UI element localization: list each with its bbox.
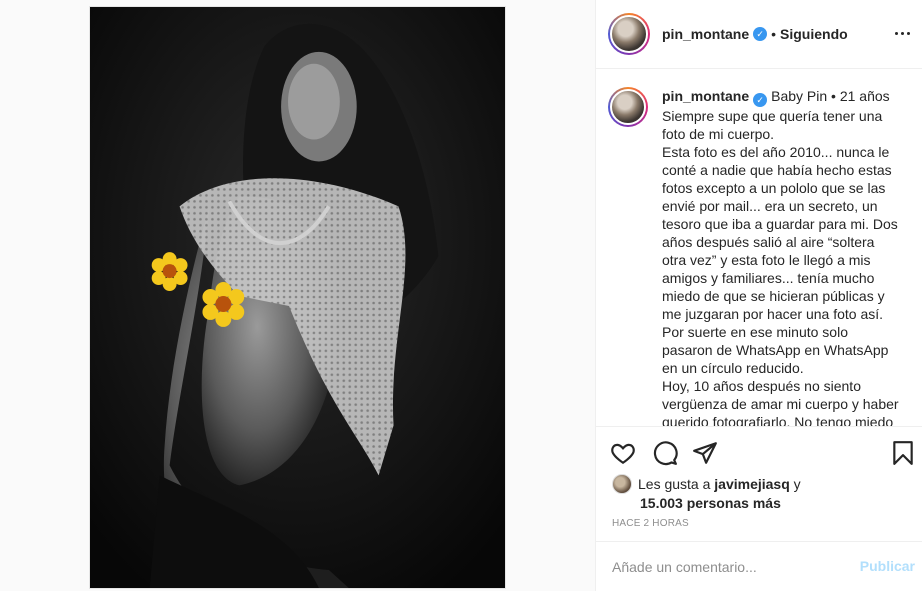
post-photo[interactable] [89,6,506,589]
bookmark-icon[interactable] [890,440,916,466]
verified-badge-icon: ✓ [753,27,768,41]
likes-summary: Les gusta a javimejiasq y 15.003 persona… [612,474,912,512]
post-header: pin_montane ✓ • Siguiendo [596,0,922,69]
comment-bar: Publicar [596,541,922,591]
caption-body: pin_montane ✓ Baby Pin • 21 años Siempre s… [662,87,902,427]
caption-row: pin_montane ✓ Baby Pin • 21 años Siempre s… [596,69,922,427]
publish-button[interactable]: Publicar [860,558,915,574]
likes-prefix: Les gusta a [638,476,711,492]
caption-avatar[interactable] [608,87,648,127]
caption-text: Baby Pin • 21 años Siempre supe que quer… [662,88,899,427]
more-options-icon[interactable] [891,22,913,44]
heart-icon[interactable] [610,440,636,466]
avatar-image [610,89,646,125]
likes-count[interactable]: 15.003 personas más [612,494,912,512]
verified-badge-icon: ✓ [753,93,768,107]
avatar-image [610,15,648,53]
author-avatar[interactable] [608,13,650,55]
follow-status-button[interactable]: Siguiendo [780,26,848,42]
separator-dot: • [771,26,777,42]
media-pane [0,0,595,591]
share-icon[interactable] [692,440,718,466]
comment-icon[interactable] [652,440,678,466]
post-photo-image [90,7,505,588]
caption-username[interactable]: pin_montane [662,88,749,104]
comment-input[interactable] [612,558,842,575]
likes-joiner: y [793,476,801,492]
post-timestamp[interactable]: HACE 2 HORAS [612,518,689,529]
caption-section: pin_montane ✓ Baby Pin • 21 años Siempre s… [596,69,922,427]
liker-username[interactable]: javimejiasq [714,476,790,492]
action-bar [596,428,922,478]
author-username[interactable]: pin_montane [662,26,749,42]
post-sidebar: pin_montane ✓ • Siguiendo pin_montane ✓ Ba… [595,0,922,591]
liker-avatar[interactable] [612,474,632,494]
